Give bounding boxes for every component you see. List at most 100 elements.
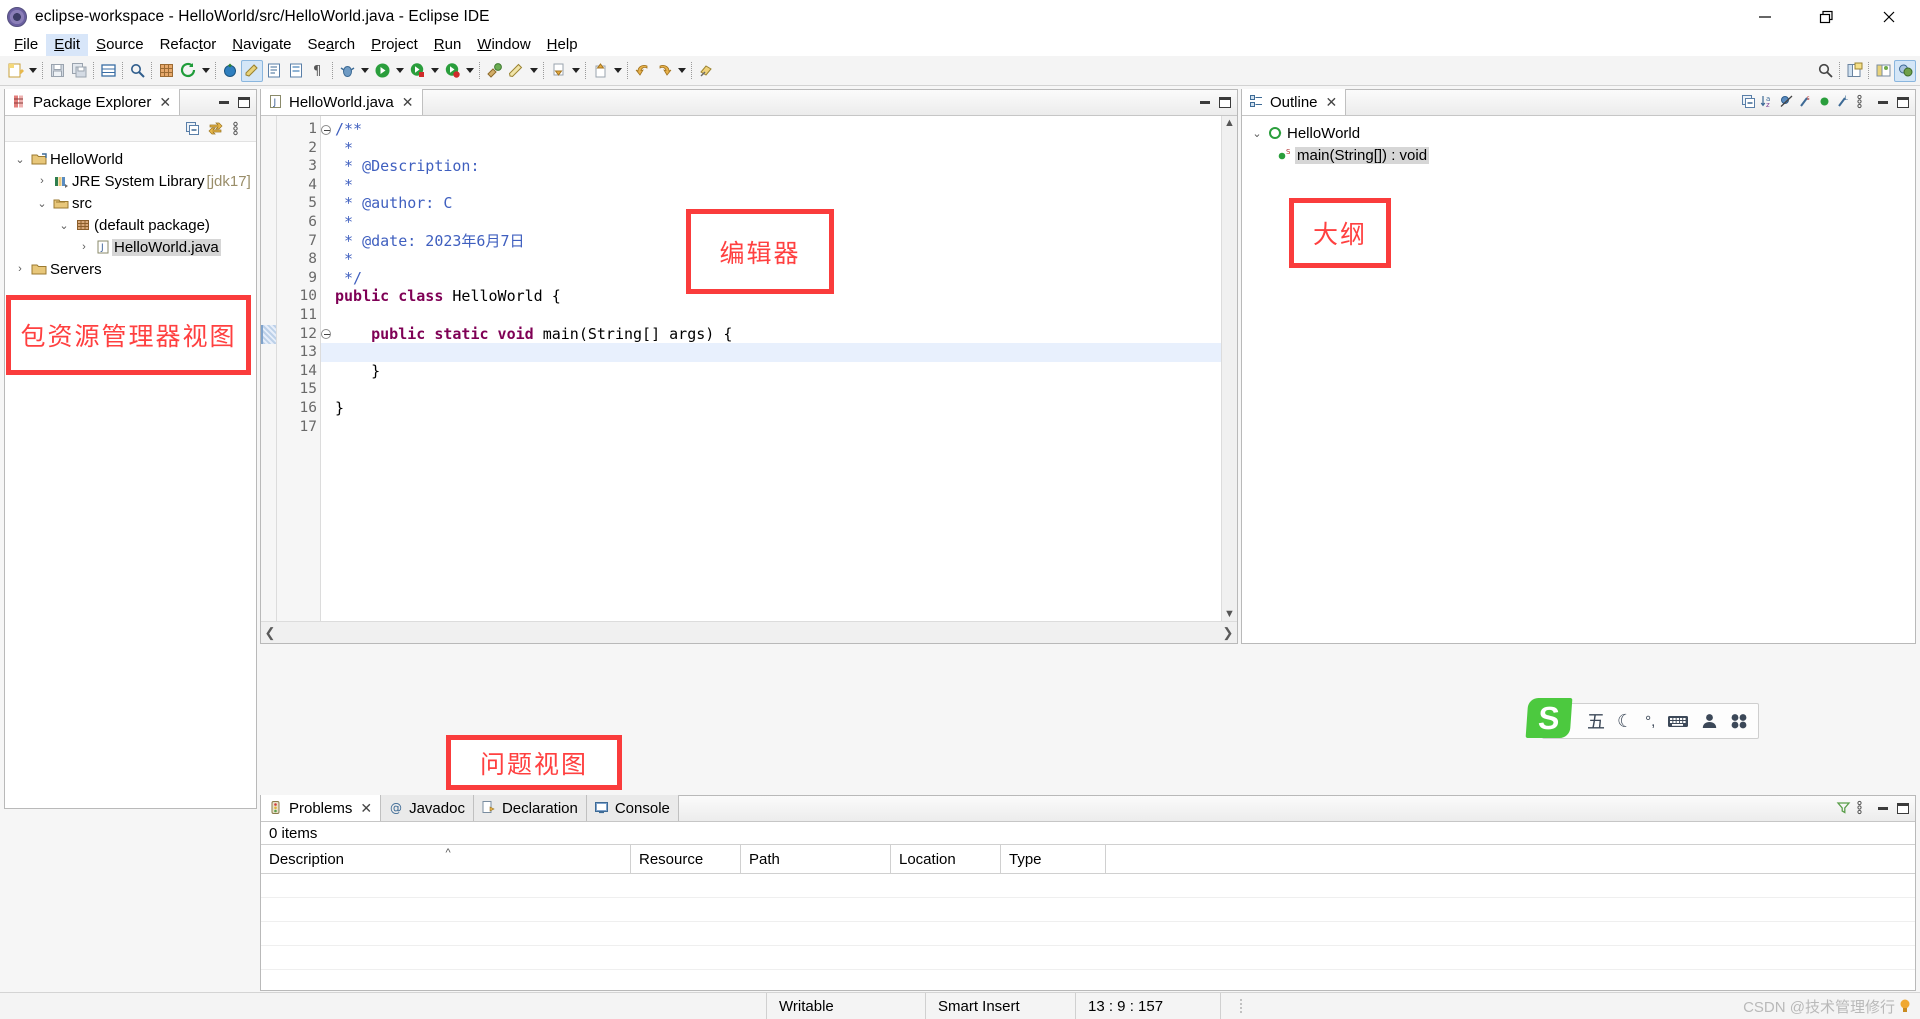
sort-icon[interactable]: az — [1760, 94, 1776, 110]
new-wizard-dropdown-arrow[interactable] — [26, 60, 39, 82]
tree-item-helloworld-java[interactable]: › J HelloWorld.java — [5, 236, 256, 258]
column-header-type[interactable]: Type — [1001, 845, 1106, 873]
save-icon[interactable] — [46, 60, 68, 82]
next-annotation-dropdown-arrow[interactable] — [611, 60, 624, 82]
user-icon[interactable] — [1701, 713, 1718, 729]
table-row[interactable] — [261, 898, 1915, 922]
tree-item-src[interactable]: ⌄ src — [5, 192, 256, 214]
view-menu-icon[interactable] — [231, 121, 247, 137]
minimize-button[interactable] — [1734, 0, 1796, 33]
column-header-description[interactable]: Description ^ — [261, 845, 631, 873]
scroll-right-arrow[interactable]: ❯ — [1219, 625, 1237, 641]
hide-non-public-icon[interactable] — [1817, 94, 1833, 110]
pencil-icon[interactable] — [505, 60, 527, 82]
pin-editor-icon[interactable] — [695, 60, 717, 82]
next-annotation-icon[interactable] — [589, 60, 611, 82]
status-resize-grip[interactable] — [1221, 993, 1261, 1019]
save-all-icon[interactable] — [68, 60, 90, 82]
back-dropdown-arrow[interactable] — [675, 60, 688, 82]
outline-item-helloworld[interactable]: ⌄ HelloWorld — [1242, 122, 1915, 144]
minimize-icon[interactable] — [1874, 800, 1891, 816]
previous-annotation-icon[interactable] — [547, 60, 569, 82]
editor-vertical-scrollbar[interactable]: ▲ ▼ — [1221, 116, 1237, 621]
minimize-icon[interactable] — [1874, 94, 1891, 110]
forward-icon[interactable] — [653, 60, 675, 82]
maximize-icon[interactable] — [1894, 94, 1911, 110]
menu-run[interactable]: Run — [426, 34, 470, 56]
twisty-expanded-icon[interactable]: ⌄ — [33, 197, 51, 210]
column-header-resource[interactable]: Resource — [631, 845, 741, 873]
profile-dropdown-arrow[interactable] — [463, 60, 476, 82]
wubi-mode-icon[interactable]: 五 — [1587, 708, 1605, 734]
menu-file[interactable]: File — [6, 34, 46, 56]
moon-mode-icon[interactable]: ☾ — [1617, 711, 1633, 732]
pencil-dropdown-arrow[interactable] — [527, 60, 540, 82]
minimize-icon[interactable] — [1196, 94, 1213, 110]
collapse-all-icon[interactable] — [185, 121, 201, 137]
open-perspective-icon[interactable] — [1843, 60, 1865, 82]
view-menu-icon[interactable] — [1855, 94, 1871, 110]
tab-package-explorer[interactable]: Package Explorer ✕ — [5, 89, 181, 115]
code-line-current[interactable] — [321, 343, 1237, 362]
collapse-all-icon[interactable] — [1741, 94, 1757, 110]
menu-source[interactable]: Source — [88, 34, 152, 56]
quick-access-search-icon[interactable] — [1814, 60, 1836, 82]
scroll-down-arrow[interactable]: ▼ — [1222, 607, 1237, 621]
close-icon[interactable]: ✕ — [159, 94, 171, 111]
run-coverage-icon[interactable] — [406, 60, 428, 82]
close-button[interactable] — [1858, 0, 1920, 33]
maximize-icon[interactable] — [1216, 94, 1233, 110]
editor-marker-bar[interactable] — [261, 116, 277, 643]
table-row[interactable] — [261, 946, 1915, 970]
close-icon[interactable]: ✕ — [402, 94, 414, 111]
scroll-up-arrow[interactable]: ▲ — [1222, 116, 1237, 130]
menu-help[interactable]: Help — [539, 34, 586, 56]
close-icon[interactable]: ✕ — [360, 800, 372, 817]
refresh-dropdown-arrow[interactable] — [199, 60, 212, 82]
twisty-expanded-icon[interactable]: ⌄ — [11, 153, 29, 166]
new-java-package-icon[interactable] — [97, 60, 119, 82]
editor-text-area[interactable]: /** * * @Description: * * @author: C * *… — [321, 116, 1237, 643]
menu-edit[interactable]: Edit — [46, 33, 89, 56]
sogou-ime-toolbar[interactable]: S 五 ☾ °, — [1525, 698, 1760, 739]
previous-annotation-dropdown-arrow[interactable] — [569, 60, 582, 82]
twisty-collapsed-icon[interactable]: › — [75, 241, 93, 253]
editor-horizontal-scrollbar[interactable]: ❮ ❯ — [261, 621, 1237, 643]
tree-item-jre-system-library[interactable]: › JRE System Library [jdk17] — [5, 170, 256, 192]
debug-icon[interactable] — [336, 60, 358, 82]
java-ee-perspective-icon[interactable] — [1894, 59, 1916, 82]
view-menu-icon[interactable] — [1855, 800, 1871, 816]
tab-javadoc[interactable]: @ Javadoc — [381, 795, 474, 821]
twisty-expanded-icon[interactable]: ⌄ — [1248, 127, 1266, 140]
hide-fields-icon[interactable] — [1779, 94, 1795, 110]
restore-button[interactable] — [1796, 0, 1858, 33]
scroll-left-arrow[interactable]: ❮ — [261, 625, 279, 641]
close-icon[interactable]: ✕ — [1326, 94, 1338, 111]
run-icon[interactable] — [371, 60, 393, 82]
debug-last-icon[interactable] — [219, 60, 241, 82]
menu-navigate[interactable]: Navigate — [224, 34, 299, 56]
sogou-logo-icon[interactable]: S — [1525, 698, 1573, 738]
tab-declaration[interactable]: Declaration — [473, 795, 587, 821]
folding-marker[interactable] — [261, 325, 276, 344]
outline-item-main-method[interactable]: S main(String[]) : void — [1242, 144, 1915, 166]
new-wizard-icon[interactable] — [4, 60, 26, 82]
link-with-editor-icon[interactable] — [208, 121, 224, 137]
menu-search[interactable]: Search — [300, 34, 364, 56]
twisty-collapsed-icon[interactable]: › — [33, 175, 51, 187]
table-row[interactable] — [261, 874, 1915, 898]
hide-static-icon[interactable]: s — [1798, 94, 1814, 110]
maximize-icon[interactable] — [1894, 800, 1911, 816]
tab-problems[interactable]: Problems ✕ — [261, 795, 382, 821]
soft-keyboard-icon[interactable] — [1667, 714, 1689, 729]
back-icon[interactable] — [631, 60, 653, 82]
search-icon[interactable] — [126, 60, 148, 82]
twisty-expanded-icon[interactable]: ⌄ — [55, 219, 73, 232]
outline-toggle-icon[interactable] — [285, 60, 307, 82]
tab-console[interactable]: Console — [586, 795, 679, 821]
external-tools-icon[interactable] — [483, 60, 505, 82]
open-type-icon[interactable] — [155, 60, 177, 82]
run-dropdown-arrow[interactable] — [393, 60, 406, 82]
punctuation-mode-icon[interactable]: °, — [1645, 713, 1655, 730]
filter-icon[interactable] — [1836, 800, 1852, 816]
